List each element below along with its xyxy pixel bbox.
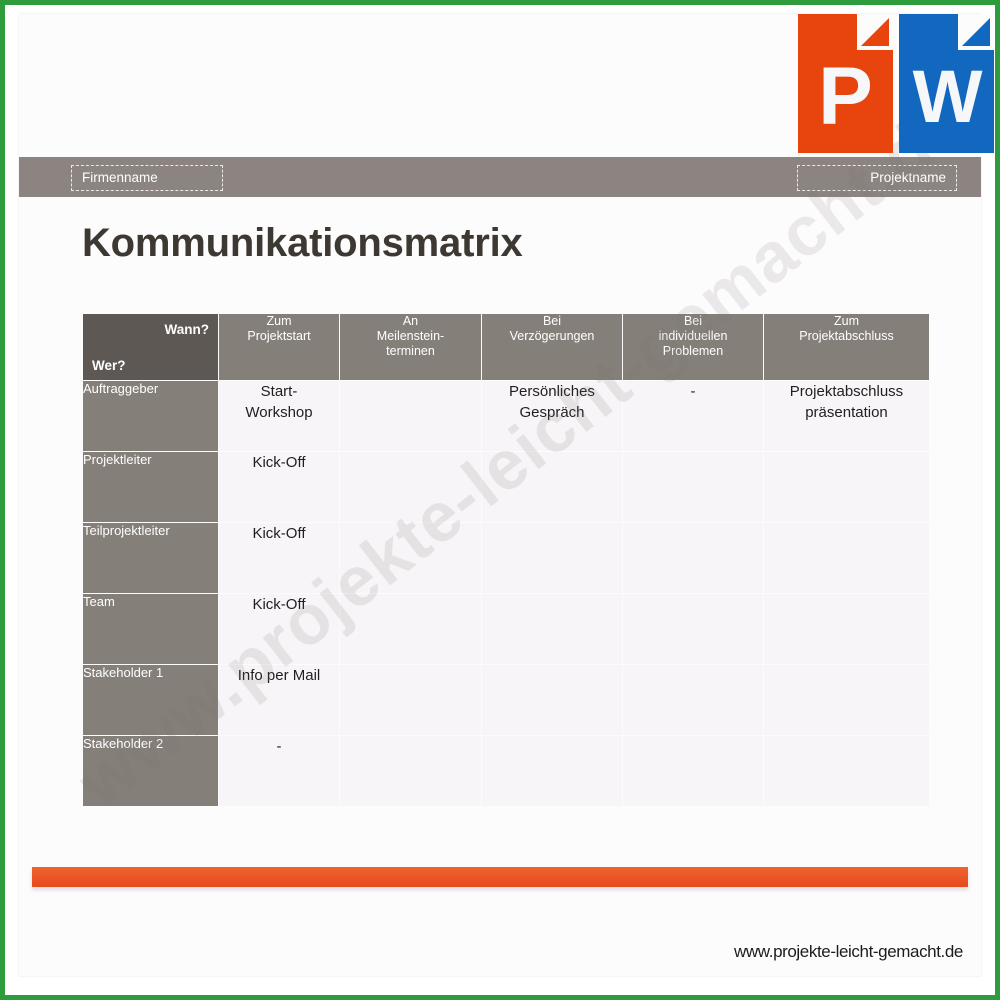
- col-line: Bei: [542, 314, 562, 328]
- col-line: Bei: [683, 314, 703, 328]
- matrix-cell[interactable]: -: [623, 381, 763, 451]
- col-line: Meilenstein-: [376, 329, 445, 343]
- table-row: Team Kick-Off: [83, 594, 929, 664]
- table-row: Teilprojektleiter Kick-Off: [83, 523, 929, 593]
- row-header-team: Team: [83, 594, 218, 664]
- row-axis-label: Wer?: [92, 358, 126, 373]
- matrix-cell[interactable]: Projektabschluss präsentation: [764, 381, 929, 451]
- matrix-cell[interactable]: [623, 665, 763, 735]
- col-line: terminen: [386, 344, 435, 358]
- col-line: Verzögerungen: [509, 329, 595, 343]
- table-row: Auftraggeber Start- Workshop Persönliches…: [83, 381, 929, 451]
- matrix-cell[interactable]: [482, 736, 622, 806]
- column-header-projektstart: Zum Projektstart: [219, 314, 339, 380]
- company-name-field[interactable]: Firmenname: [71, 165, 223, 191]
- row-header-projektleiter: Projektleiter: [83, 452, 218, 522]
- communication-matrix: Wann? Wer? Zum Projektstart An Meilenste…: [82, 313, 929, 807]
- col-line: Projektstart: [247, 329, 311, 343]
- matrix-cell[interactable]: [482, 523, 622, 593]
- col-line: Problemen: [662, 344, 724, 358]
- matrix-cell[interactable]: Info per Mail: [219, 665, 339, 735]
- matrix-cell[interactable]: Kick-Off: [219, 594, 339, 664]
- matrix-cell[interactable]: Persönliches Gespräch: [482, 381, 622, 451]
- matrix-cell[interactable]: [340, 452, 481, 522]
- matrix-cell[interactable]: [482, 452, 622, 522]
- col-line: An: [402, 314, 419, 328]
- matrix-cell[interactable]: [764, 523, 929, 593]
- matrix-cell[interactable]: [482, 594, 622, 664]
- slide-header-bar: Firmenname Projektname: [19, 157, 981, 197]
- matrix-cell[interactable]: [482, 665, 622, 735]
- matrix-cell[interactable]: [764, 594, 929, 664]
- matrix-cell[interactable]: [623, 452, 763, 522]
- matrix-body: Auftraggeber Start- Workshop Persönliches…: [83, 381, 929, 806]
- matrix-cell[interactable]: [623, 523, 763, 593]
- matrix-cell[interactable]: [764, 452, 929, 522]
- screenshot-frame: Firmenname Projektname Kommunikationsmat…: [0, 0, 1000, 1000]
- page-title: Kommunikationsmatrix: [82, 221, 523, 265]
- column-axis-label: Wann?: [164, 322, 210, 337]
- matrix-cell[interactable]: [340, 594, 481, 664]
- project-name-field[interactable]: Projektname: [797, 165, 957, 191]
- row-header-teilprojektleiter: Teilprojektleiter: [83, 523, 218, 593]
- row-header-auftraggeber: Auftraggeber: [83, 381, 218, 451]
- row-header-stakeholder-2: Stakeholder 2: [83, 736, 218, 806]
- col-line: Zum: [834, 314, 859, 328]
- column-header-individuelle-probleme: Bei individuellen Problemen: [623, 314, 763, 380]
- matrix-cell[interactable]: [340, 381, 481, 451]
- column-header-verzoegerungen: Bei Verzögerungen: [482, 314, 622, 380]
- matrix-cell[interactable]: -: [219, 736, 339, 806]
- table-row: Stakeholder 1 Info per Mail: [83, 665, 929, 735]
- col-line: individuellen: [658, 329, 728, 343]
- row-header-stakeholder-1: Stakeholder 1: [83, 665, 218, 735]
- table-row: Stakeholder 2 -: [83, 736, 929, 806]
- footer-website-url: www.projekte-leicht-gemacht.de: [734, 942, 963, 961]
- matrix-cell[interactable]: Kick-Off: [219, 523, 339, 593]
- matrix-cell[interactable]: [764, 736, 929, 806]
- matrix-cell[interactable]: [764, 665, 929, 735]
- slide-canvas: Firmenname Projektname Kommunikationsmat…: [19, 14, 981, 976]
- matrix-table: Wann? Wer? Zum Projektstart An Meilenste…: [82, 313, 930, 807]
- accent-bar: [32, 867, 968, 887]
- table-header-row: Wann? Wer? Zum Projektstart An Meilenste…: [83, 314, 929, 380]
- col-line: Projektabschluss: [799, 329, 894, 343]
- matrix-cell[interactable]: [340, 665, 481, 735]
- matrix-cell[interactable]: [340, 736, 481, 806]
- matrix-cell[interactable]: [623, 594, 763, 664]
- matrix-cell[interactable]: Start- Workshop: [219, 381, 339, 451]
- column-header-projektabschluss: Zum Projektabschluss: [764, 314, 929, 380]
- matrix-cell[interactable]: [340, 523, 481, 593]
- matrix-corner-cell: Wann? Wer?: [83, 314, 218, 380]
- table-row: Projektleiter Kick-Off: [83, 452, 929, 522]
- column-header-meilensteintermine: An Meilenstein- terminen: [340, 314, 481, 380]
- col-line: Zum: [266, 314, 292, 328]
- matrix-cell[interactable]: Kick-Off: [219, 452, 339, 522]
- matrix-cell[interactable]: [623, 736, 763, 806]
